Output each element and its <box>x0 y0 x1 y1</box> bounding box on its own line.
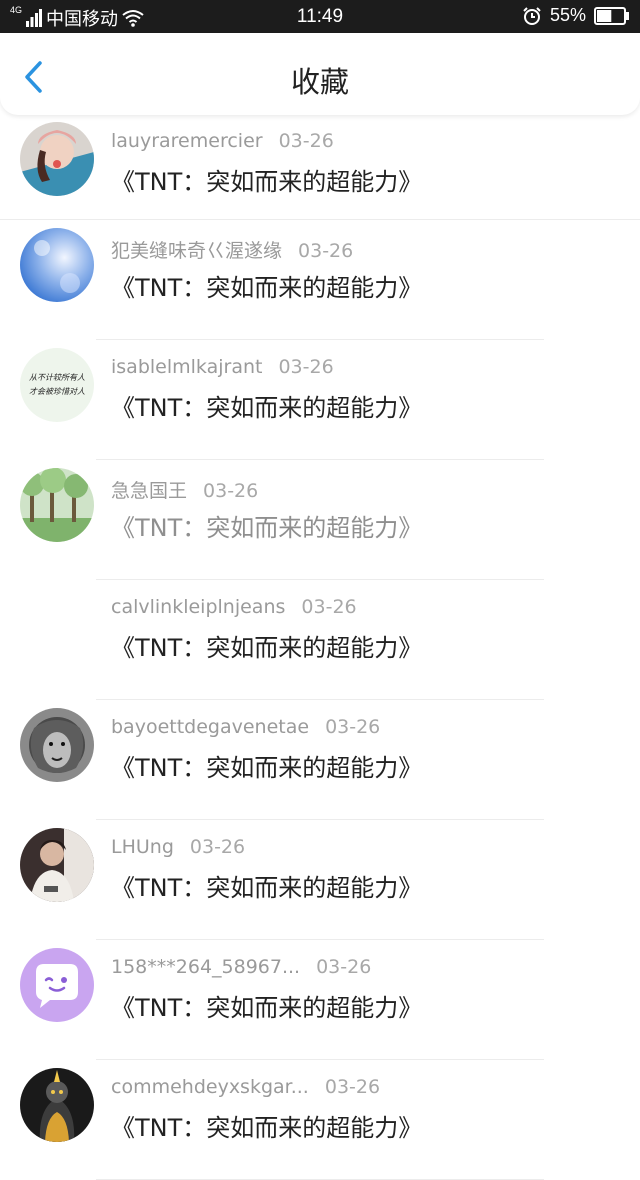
page-title: 收藏 <box>290 65 349 99</box>
list-item[interactable]: 急急国王 03-26 《TNT：突如而来的超能力》 <box>0 460 640 580</box>
item-meta: bayoettdegavenetae 03-26 <box>111 716 380 738</box>
item-meta: calvlinkleiplnjeans 03-26 <box>111 596 357 618</box>
username: 158***264_58967... <box>111 956 301 978</box>
item-date: 03-26 <box>298 240 354 262</box>
item-title: 《TNT：突如而来的超能力》 <box>111 754 423 782</box>
item-meta: 158***264_58967... 03-26 <box>111 956 371 978</box>
battery-icon <box>594 6 629 25</box>
avatar[interactable] <box>20 468 94 542</box>
username: calvlinkleiplnjeans <box>111 596 286 618</box>
status-bar: 4G 中国移动 11:49 55% <box>0 0 640 33</box>
item-date: 03-26 <box>325 716 381 738</box>
username: isablelmlkajrant <box>111 356 263 378</box>
username: commehdeyxskgar... <box>111 1076 309 1098</box>
item-title: 《TNT：突如而来的超能力》 <box>111 168 423 196</box>
username: 急急国王 <box>111 480 188 502</box>
list-item[interactable]: commehdeyxskgar... 03-26 《TNT：突如而来的超能力》 <box>0 1060 640 1180</box>
item-meta: LHUng 03-26 <box>111 836 245 858</box>
list-item[interactable]: 158***264_58967... 03-26 《TNT：突如而来的超能力》 <box>0 940 640 1060</box>
item-title: 《TNT：突如而来的超能力》 <box>111 394 423 422</box>
item-meta: lauyraremercier 03-26 <box>111 130 334 152</box>
item-meta: isablelmlkajrant 03-26 <box>111 356 334 378</box>
item-meta: commehdeyxskgar... 03-26 <box>111 1076 380 1098</box>
avatar[interactable] <box>20 1068 94 1142</box>
avatar[interactable]: 从不计较所有人 才会被珍惜对人 <box>20 348 94 422</box>
avatar[interactable] <box>20 228 94 302</box>
item-date: 03-26 <box>278 356 334 378</box>
item-meta: 犯美缝味奇巜渥遂缘 03-26 <box>111 236 353 263</box>
item-title: 《TNT：突如而来的超能力》 <box>111 274 423 302</box>
list-item[interactable]: lauyraremercier 03-26 《TNT：突如而来的超能力》 <box>0 115 640 220</box>
list-item[interactable]: 犯美缝味奇巜渥遂缘 03-26 《TNT：突如而来的超能力》 <box>0 220 640 340</box>
item-date: 03-26 <box>203 480 259 502</box>
list-item[interactable]: bayoettdegavenetae 03-26 《TNT：突如而来的超能力》 <box>0 700 640 820</box>
favorites-list: lauyraremercier 03-26 《TNT：突如而来的超能力》 犯美缝味奇巜… <box>0 115 640 1180</box>
item-title: 《TNT：突如而来的超能力》 <box>111 514 423 542</box>
alarm-icon <box>523 6 541 25</box>
item-date: 03-26 <box>316 956 372 978</box>
status-right: 55% <box>522 5 630 26</box>
item-date: 03-26 <box>324 1076 381 1098</box>
battery-percent: 55% <box>549 5 586 25</box>
nav-header: 收藏 <box>0 33 640 115</box>
avatar[interactable] <box>20 122 94 196</box>
list-item[interactable]: LHUng 03-26 《TNT：突如而来的超能力》 <box>0 820 640 940</box>
username: lauyraremercier <box>111 130 263 152</box>
avatar[interactable] <box>20 948 94 1022</box>
list-item[interactable]: 从不计较所有人 才会被珍惜对人 isablelmlkajrant 03-26 《TNT：… <box>0 340 640 460</box>
item-date: 03-26 <box>278 130 334 152</box>
svg-text:才会被珍惜对人: 才会被珍惜对人 <box>29 387 85 396</box>
avatar[interactable] <box>20 708 94 782</box>
item-date: 03-26 <box>301 596 357 618</box>
username: 犯美缝味奇巜渥遂缘 <box>111 240 283 262</box>
avatar[interactable] <box>20 828 94 902</box>
item-title: 《TNT：突如而来的超能力》 <box>111 634 423 662</box>
username: LHUng <box>111 836 174 858</box>
item-title: 《TNT：突如而来的超能力》 <box>111 874 423 902</box>
item-date: 03-26 <box>189 836 246 858</box>
username: bayoettdegavenetae <box>111 716 310 738</box>
item-meta: 急急国王 03-26 <box>111 476 258 503</box>
svg-text:从不计较所有人: 从不计较所有人 <box>29 373 85 382</box>
list-item[interactable]: calvlinkleiplnjeans 03-26 《TNT：突如而来的超能力》 <box>0 580 640 700</box>
item-title: 《TNT：突如而来的超能力》 <box>111 994 423 1022</box>
